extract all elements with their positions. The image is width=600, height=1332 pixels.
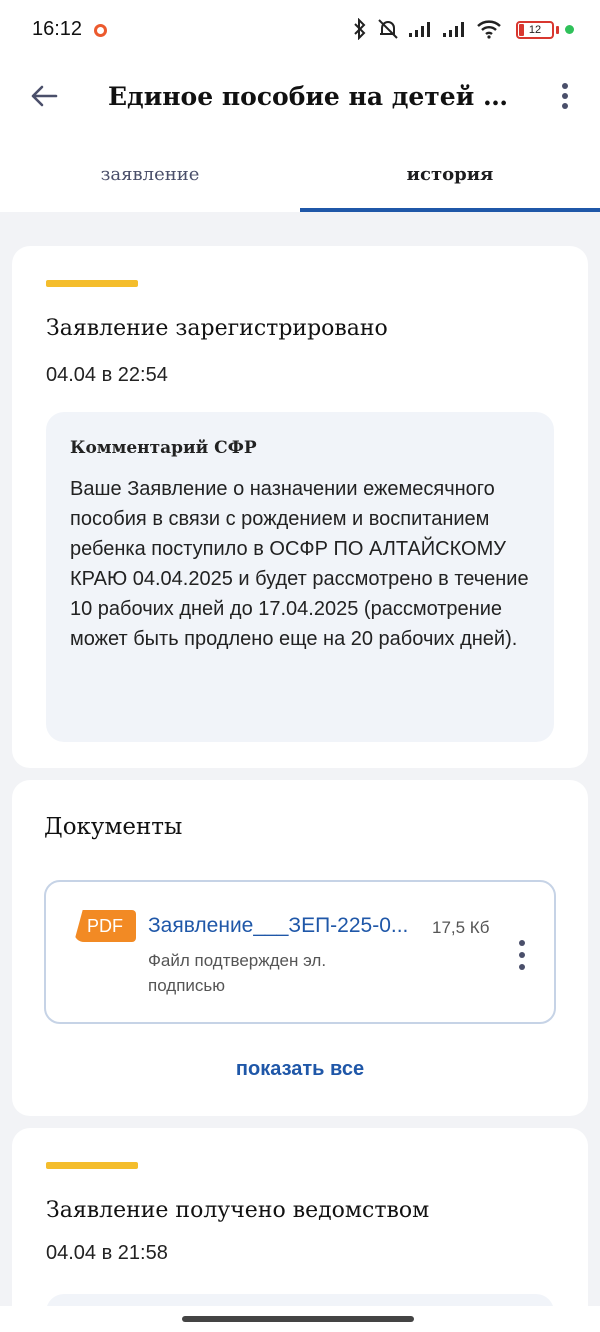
- history-title: Заявление получено ведомством: [46, 1198, 430, 1223]
- history-title: Заявление зарегистрировано: [46, 316, 388, 341]
- signal-icon: [409, 22, 430, 37]
- document-size: 17,5 Кб: [432, 918, 490, 937]
- history-date: 04.04 в 22:54: [46, 364, 168, 386]
- back-arrow-icon[interactable]: [28, 80, 60, 112]
- more-vert-icon[interactable]: [550, 78, 580, 114]
- page-title: Единое пособие на детей и бе...: [108, 82, 524, 111]
- history-card-registered: Заявление зарегистрировано 04.04 в 22:54…: [12, 246, 588, 768]
- history-card-received: Заявление получено ведомством 04.04 в 21…: [12, 1128, 588, 1332]
- battery-level: 12: [528, 24, 542, 36]
- battery-icon: 12: [516, 21, 554, 39]
- comment-title: Комментарий СФР: [70, 438, 257, 458]
- tab-application[interactable]: заявление: [0, 132, 300, 212]
- tab-bar: заявление история: [0, 132, 600, 212]
- history-date: 04.04 в 21:58: [46, 1242, 168, 1264]
- status-bar: 16:12 12: [0, 0, 600, 60]
- show-all-link[interactable]: показать все: [12, 1058, 588, 1081]
- app-bar: Единое пособие на детей и бе...: [0, 60, 600, 132]
- status-time: 16:12: [32, 18, 83, 40]
- document-name[interactable]: Заявление___ЗЕП-225-0...: [148, 914, 418, 938]
- active-dot-icon: [565, 25, 574, 34]
- comment-text: Ваше Заявление о назначении ежемесячного…: [70, 478, 529, 650]
- wifi-icon: [477, 20, 501, 39]
- recording-icon: [94, 24, 107, 37]
- document-signature-note: Файл подтвержден эл. подписью: [148, 951, 327, 995]
- documents-card: Документы PDF Заявление___ЗЕП-225-0... 1…: [12, 780, 588, 1116]
- home-indicator[interactable]: [182, 1316, 414, 1322]
- muted-icon: [378, 19, 398, 39]
- status-icons: [352, 18, 502, 40]
- accent-line: [46, 1162, 138, 1169]
- pdf-badge-icon: PDF: [74, 910, 136, 942]
- battery-tip: [556, 26, 559, 34]
- documents-title: Документы: [44, 814, 183, 840]
- signal-icon: [443, 22, 464, 37]
- tab-history[interactable]: история: [300, 132, 600, 212]
- accent-line: [46, 280, 138, 287]
- document-item[interactable]: PDF Заявление___ЗЕП-225-0... 17,5 Кб Фай…: [44, 880, 556, 1024]
- bluetooth-icon: [354, 18, 366, 40]
- document-more-icon[interactable]: [516, 938, 528, 972]
- comment-box: Комментарий СФР Ваше Заявление о назначе…: [46, 412, 554, 742]
